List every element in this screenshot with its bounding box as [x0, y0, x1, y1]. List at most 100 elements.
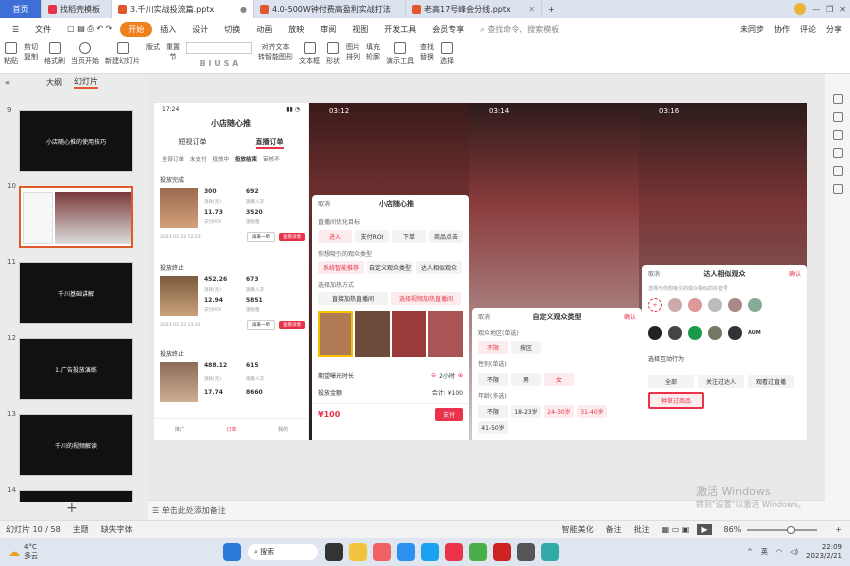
avatar[interactable] [708, 326, 722, 340]
fill-button[interactable]: 填充 轮廓 [366, 42, 380, 62]
arrange-button[interactable]: 排列 [346, 52, 360, 62]
add-slide-button[interactable]: + [66, 500, 78, 516]
thumbnail-13[interactable]: 13 千川的视频解读 [0, 410, 148, 478]
menu-insert[interactable]: 插入 [152, 24, 184, 35]
backup-icon[interactable] [832, 166, 843, 176]
tab-pptx-3[interactable]: 老高17号峰会分线.pptx ✕ [406, 0, 542, 18]
comment-toggle[interactable]: 批注 [634, 524, 650, 535]
explorer-icon[interactable] [349, 543, 367, 561]
age-41-50[interactable]: 41-50岁 [478, 421, 508, 434]
app-icon[interactable] [493, 543, 511, 561]
app-icon[interactable] [421, 543, 439, 561]
cancel-button[interactable]: 取消 [318, 199, 330, 209]
reset-button[interactable]: 重置节 [166, 42, 180, 62]
region-select[interactable]: 按区 [511, 341, 541, 354]
slide-thumb[interactable]: 小店随心推的使用技巧 [19, 110, 133, 172]
target-roi[interactable]: 支付ROI [355, 230, 389, 243]
close-window-icon[interactable]: ✕ [839, 5, 846, 14]
detail-button[interactable]: 查看详情 [279, 233, 305, 241]
menu-review[interactable]: 审阅 [312, 24, 344, 35]
chrome-icon[interactable] [469, 543, 487, 561]
filter-all[interactable]: 全部订单 [162, 155, 184, 163]
slide-thumb-selected[interactable] [19, 186, 133, 248]
menu-start[interactable]: 开始 [120, 21, 153, 37]
avatar[interactable] [648, 326, 662, 340]
cancel-button[interactable]: 取消 [648, 269, 660, 279]
layer-icon[interactable] [832, 148, 843, 158]
age-31-40[interactable]: 31-40岁 [577, 405, 607, 418]
find-button[interactable]: 查找 替换 [420, 42, 434, 62]
minimize-icon[interactable]: — [812, 5, 820, 14]
share-button[interactable]: 分享 [826, 24, 842, 35]
smart-beautify-button[interactable]: 智能美化 [562, 524, 594, 535]
tab-home[interactable]: 首页 [0, 0, 42, 18]
add-creator-icon[interactable]: + [648, 298, 662, 312]
method-video[interactable]: 选择视频加热直播间 [391, 292, 461, 305]
task-view-icon[interactable] [325, 543, 343, 561]
zoom-handle[interactable] [787, 525, 796, 534]
slide-thumb[interactable]: 千川的视频解读 [19, 414, 133, 476]
wps-icon[interactable] [445, 543, 463, 561]
target-click[interactable]: 商品点击 [429, 230, 463, 243]
help-icon[interactable] [832, 184, 843, 194]
audience-custom[interactable]: 自定义观众类型 [367, 261, 413, 274]
menu-animation[interactable]: 动画 [248, 24, 280, 35]
avatar[interactable] [688, 298, 702, 312]
pay-button[interactable]: 支付 [434, 408, 463, 421]
region-any[interactable]: 不限 [478, 341, 508, 354]
theme-button[interactable]: 主题 [73, 524, 89, 535]
target-order[interactable]: 下单 [392, 230, 426, 243]
replace-button[interactable]: 替换 [420, 52, 434, 62]
zoom-level[interactable]: 86% [724, 525, 742, 534]
audience-similar[interactable]: 达人相似观众 [416, 261, 462, 274]
method-direct[interactable]: 直接加热直播间 [318, 292, 388, 305]
gender-any[interactable]: 不限 [478, 373, 508, 386]
video-thumb[interactable] [391, 311, 427, 357]
zoom-slider[interactable] [747, 525, 818, 534]
present-tools-button[interactable]: 演示工具 [386, 42, 414, 66]
clock[interactable]: 22:09 2023/2/21 [806, 543, 842, 561]
outline-button[interactable]: 轮廓 [366, 52, 380, 62]
start-icon[interactable] [223, 543, 241, 561]
behavior-seeded[interactable]: 种草过商品 [648, 392, 704, 409]
tab-video-orders[interactable]: 短视订单 [179, 137, 207, 149]
age-24-30[interactable]: 24-30岁 [544, 405, 574, 418]
smart-art-button[interactable]: 转智能图形 [258, 52, 293, 62]
tab-slides[interactable]: 幻灯片 [74, 76, 98, 89]
comment-button[interactable]: 评论 [800, 24, 816, 35]
menu-design[interactable]: 设计 [184, 24, 216, 35]
menu-icon[interactable]: ☰ [4, 25, 27, 34]
animation-icon[interactable] [832, 130, 843, 140]
app-icon[interactable] [517, 543, 535, 561]
command-search[interactable]: ⌕ 查找命令、搜索模板 [472, 24, 567, 35]
slide-thumb[interactable]: 千川基础讲解 [19, 262, 133, 324]
audience-smart[interactable]: 系统智能推荐 [318, 261, 364, 274]
app-icon[interactable] [373, 543, 391, 561]
tab-pptx-1[interactable]: 3.千川实战投流篇.pptx ● [112, 0, 254, 18]
nav-mine[interactable]: 我的 [278, 426, 288, 433]
new-slide-button[interactable]: 新建幻灯片 [105, 42, 140, 66]
format-painter-button[interactable]: 格式刷 [44, 42, 65, 66]
thumbnail-12[interactable]: 12 1.广告投放演练 [0, 334, 148, 402]
zoom-in-icon[interactable]: + [835, 525, 842, 534]
detail-button[interactable]: 查看详情 [279, 321, 305, 329]
gender-male[interactable]: 男 [511, 373, 541, 386]
plus-icon[interactable]: ⊕ [458, 372, 463, 379]
nav-promote[interactable]: 推广 [175, 426, 185, 433]
avatar[interactable] [794, 3, 807, 15]
sync-status[interactable]: 未同步 [740, 24, 764, 35]
slide-thumb[interactable]: 1.广告投放演练 [19, 338, 133, 400]
menu-slideshow[interactable]: 放映 [280, 24, 312, 35]
app-icon[interactable] [541, 543, 559, 561]
minus-icon[interactable]: ⊖ [431, 372, 436, 379]
tab-outline[interactable]: 大纲 [46, 77, 62, 88]
volume-icon[interactable]: ◁) [790, 548, 798, 556]
reorder-button[interactable]: 再来一单 [247, 320, 275, 330]
avatar[interactable] [728, 298, 742, 312]
thumbnail-9[interactable]: 9 小店随心推的使用技巧 [0, 106, 148, 174]
cancel-button[interactable]: 取消 [478, 312, 490, 322]
picture-button[interactable]: 图片 排列 [346, 42, 360, 62]
style-icon[interactable] [832, 112, 843, 122]
wifi-icon[interactable]: ◠ [776, 548, 782, 556]
collab-button[interactable]: 协作 [774, 24, 790, 35]
